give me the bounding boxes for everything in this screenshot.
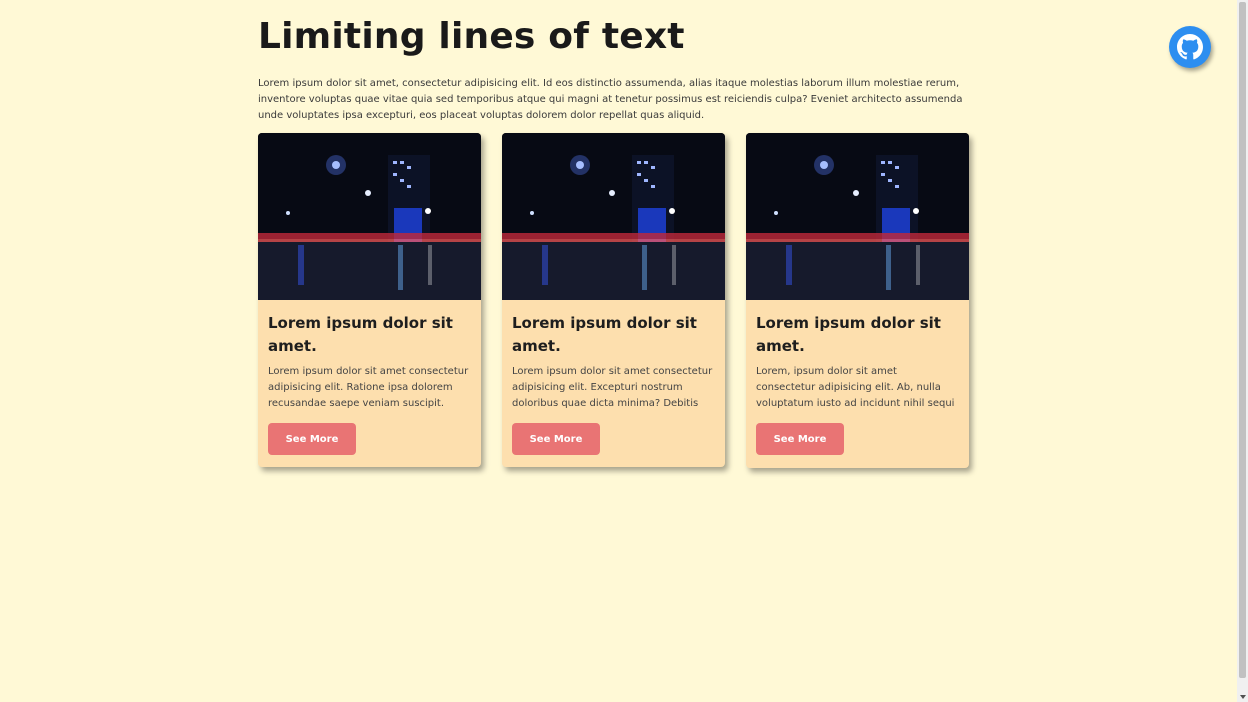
intro-paragraph: Lorem ipsum dolor sit amet, consectetur … [258, 78, 963, 121]
card-body: Lorem ipsum dolor sit amet. Lorem, ipsum… [746, 300, 969, 455]
see-more-button[interactable]: See More [756, 423, 844, 455]
scroll-down-arrow[interactable] [1240, 695, 1246, 699]
card-text: Lorem ipsum dolor sit amet consectetur a… [268, 366, 469, 409]
page-title: Limiting lines of text [258, 16, 685, 57]
card-title: Lorem ipsum dolor sit amet. [756, 314, 941, 355]
night-street-photo [746, 133, 969, 300]
card-image [502, 133, 725, 300]
main-content: Limiting lines of text Lorem ipsum dolor… [258, 0, 970, 468]
night-street-photo [258, 133, 481, 300]
card: Lorem ipsum dolor sit amet. Lorem ipsum … [258, 133, 481, 467]
card-body: Lorem ipsum dolor sit amet. Lorem ipsum … [258, 300, 481, 455]
card-body: Lorem ipsum dolor sit amet. Lorem ipsum … [502, 300, 725, 455]
see-more-button[interactable]: See More [512, 423, 600, 455]
card-title: Lorem ipsum dolor sit amet. [512, 314, 697, 355]
card-list: Lorem ipsum dolor sit amet. Lorem ipsum … [258, 133, 970, 473]
card-text: Lorem, ipsum dolor sit amet consectetur … [756, 366, 955, 409]
vertical-scrollbar[interactable] [1237, 0, 1248, 702]
page: Limiting lines of text Lorem ipsum dolor… [0, 0, 1248, 702]
see-more-button[interactable]: See More [268, 423, 356, 455]
scrollbar-thumb[interactable] [1239, 2, 1246, 678]
card-image [258, 133, 481, 300]
night-street-photo [502, 133, 725, 300]
card: Lorem ipsum dolor sit amet. Lorem, ipsum… [746, 133, 969, 468]
card-title: Lorem ipsum dolor sit amet. [268, 314, 453, 355]
card-image [746, 133, 969, 300]
github-link[interactable] [1169, 26, 1211, 68]
github-icon [1177, 34, 1203, 60]
card-text: Lorem ipsum dolor sit amet consectetur a… [512, 366, 713, 409]
card: Lorem ipsum dolor sit amet. Lorem ipsum … [502, 133, 725, 467]
